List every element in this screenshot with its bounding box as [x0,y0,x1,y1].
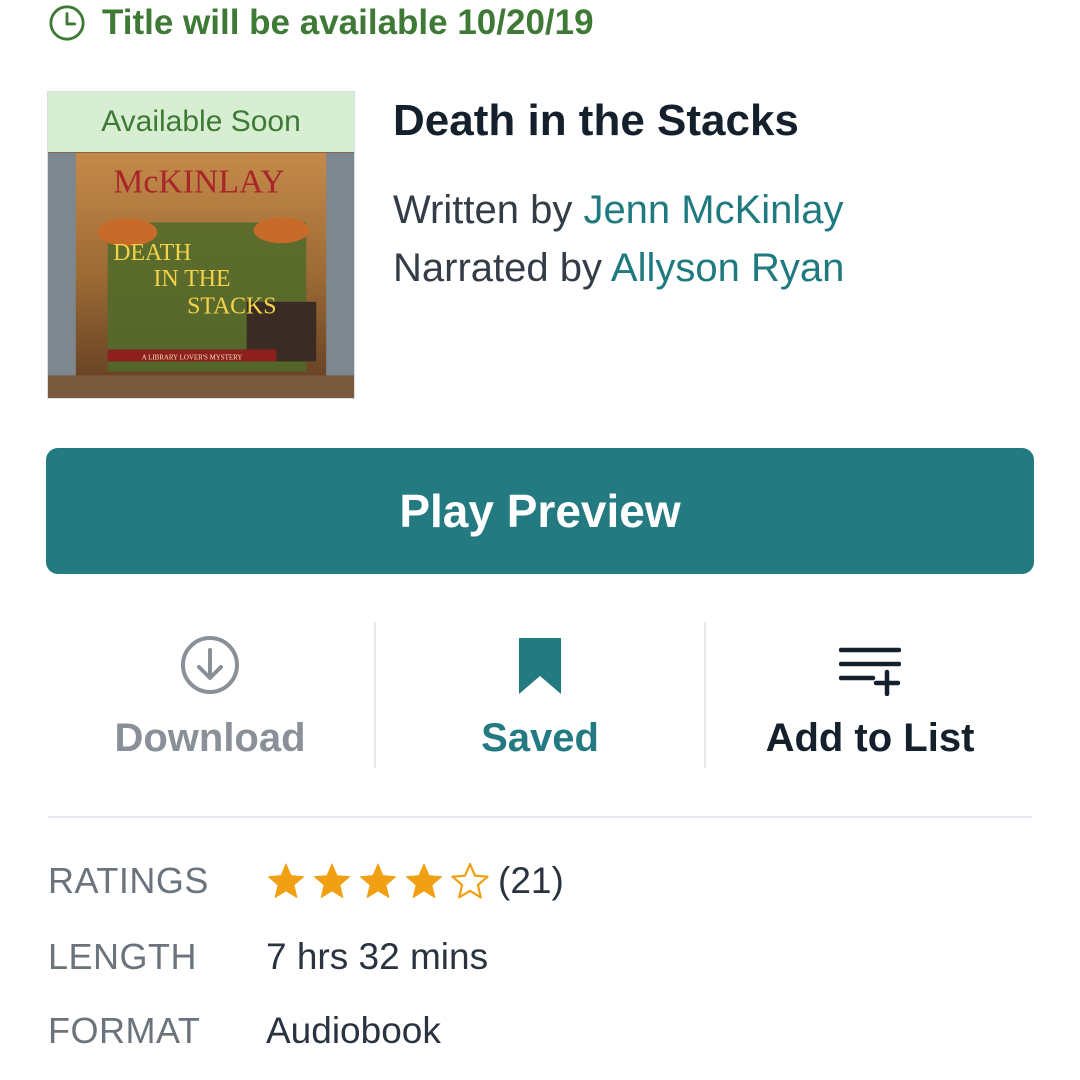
add-to-list-button[interactable]: Add to List [706,622,1034,768]
cover-title-line-2: IN THE [154,266,231,292]
cover-title-line-1: DEATH [113,240,191,266]
add-to-list-label: Add to List [765,716,975,760]
narrated-by-prefix: Narrated by [393,246,611,290]
ratings-label: RATINGS [48,860,209,901]
download-icon [181,636,239,694]
length-row: LENGTH 7 hrs 32 mins [48,932,488,982]
bookmark-icon [519,638,561,694]
star-filled-icon [268,863,304,898]
star-rating [266,861,490,901]
clock-icon [49,5,85,41]
format-row: FORMAT Audiobook [48,1006,441,1056]
narrator-link[interactable]: Allyson Ryan [611,246,844,290]
star-filled-icon [360,863,396,898]
book-cover[interactable]: Available Soon McKINLAY DEATH IN THE STA… [47,91,355,399]
narrated-by: Narrated by Allyson Ryan [393,246,844,291]
available-soon-banner: Available Soon [48,92,354,152]
cover-series-text: A LIBRARY LOVER'S MYSTERY [142,353,243,361]
ratings-row: RATINGS (21) [48,856,564,906]
section-divider [48,816,1032,818]
format-label: FORMAT [48,1010,201,1051]
author-link[interactable]: Jenn McKinlay [583,188,843,232]
format-value: Audiobook [266,1010,441,1051]
saved-button[interactable]: Saved [376,622,704,768]
written-by-prefix: Written by [393,188,584,232]
play-preview-button[interactable]: Play Preview [46,448,1034,574]
ratings-value[interactable]: (21) [266,860,564,902]
availability-text: Title will be available 10/20/19 [102,3,594,42]
star-empty-icon [451,862,489,899]
ratings-count: (21) [498,860,564,901]
availability-notice: Title will be available 10/20/19 [48,0,594,46]
star-filled-icon [314,863,350,898]
cover-art: McKINLAY DEATH IN THE STACKS A LIBRARY L… [48,152,354,398]
written-by: Written by Jenn McKinlay [393,188,844,233]
cover-title-line-3: STACKS [187,294,276,320]
download-label: Download [114,716,306,760]
action-bar: Download Saved Add to List [46,622,1034,768]
cover-author-text: McKINLAY [113,164,284,201]
length-label: LENGTH [48,936,198,977]
add-to-list-icon [839,647,901,696]
book-title: Death in the Stacks [393,96,799,145]
star-filled-icon [406,863,442,898]
length-value: 7 hrs 32 mins [266,936,489,977]
saved-label: Saved [481,716,599,760]
download-button[interactable]: Download [46,622,374,768]
